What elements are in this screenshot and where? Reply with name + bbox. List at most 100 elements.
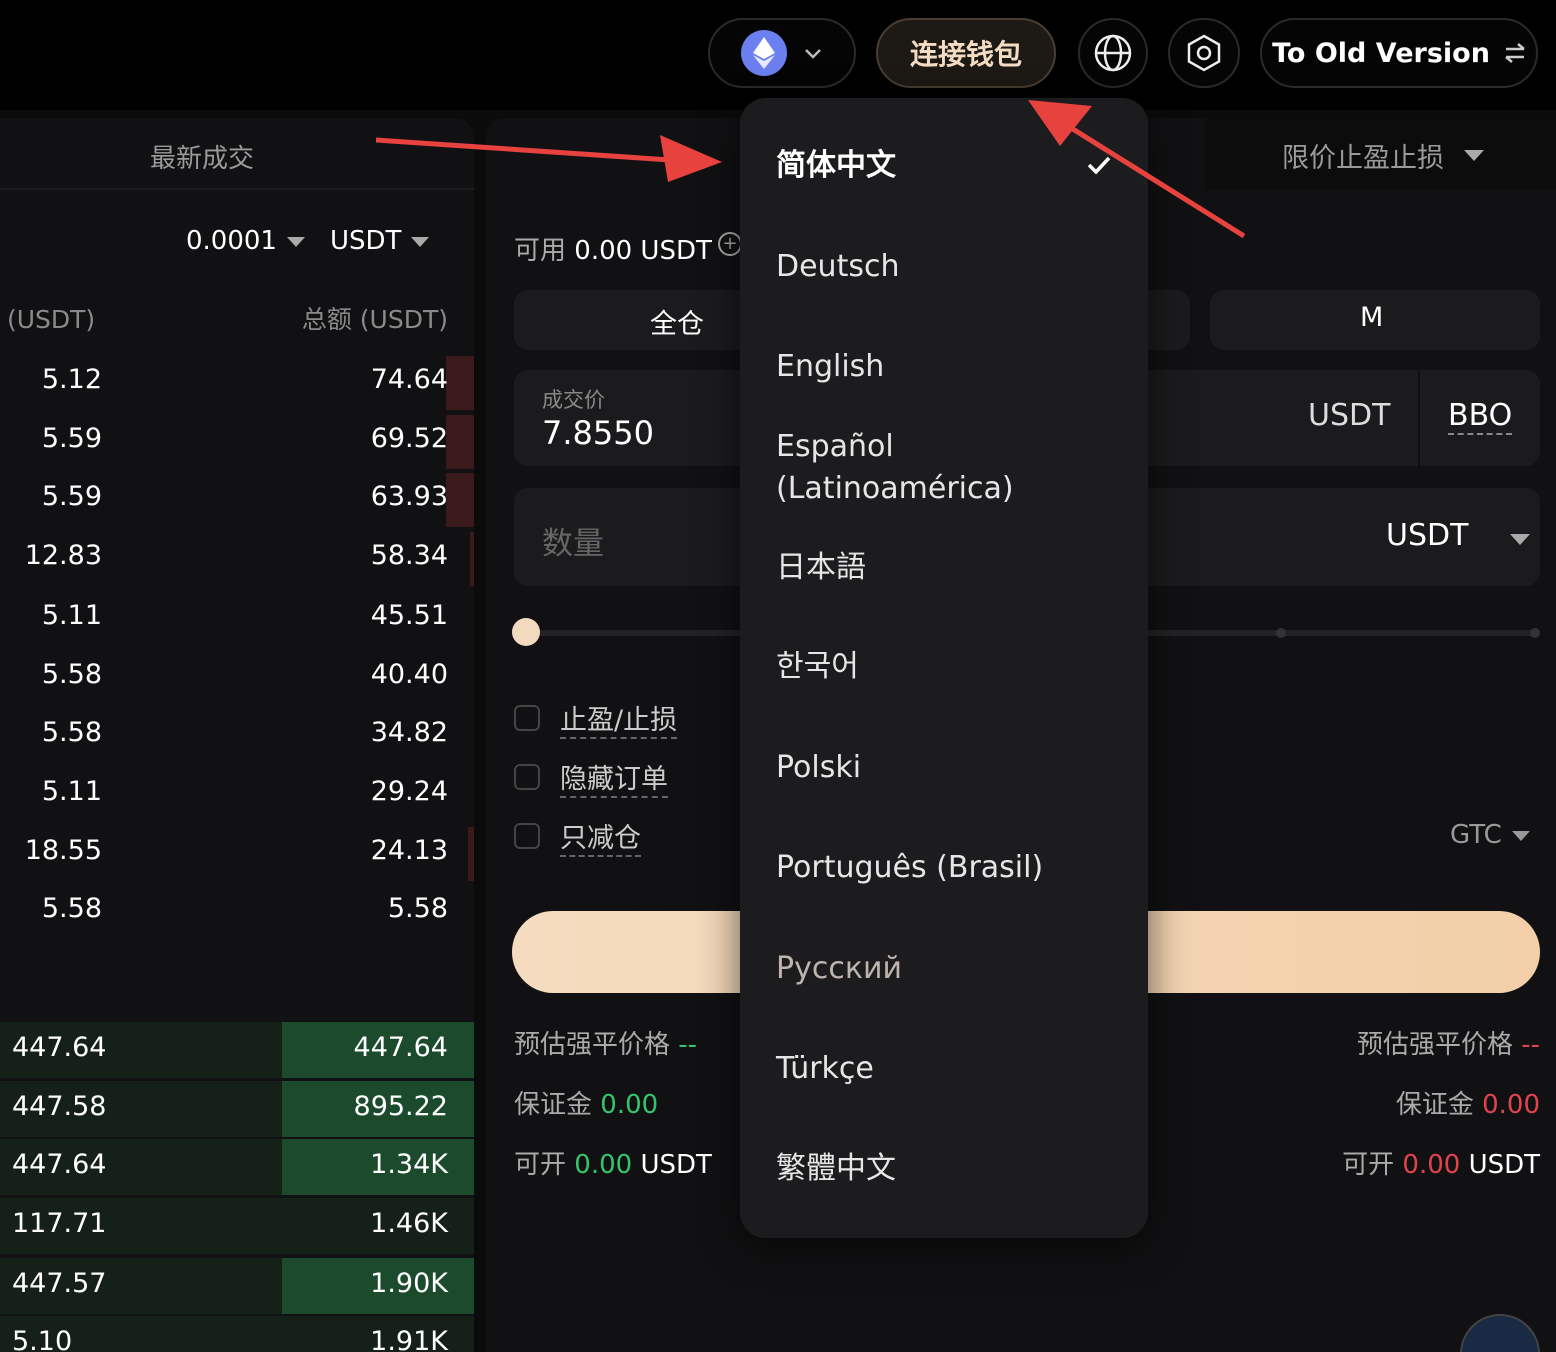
leverage-button[interactable]: M <box>1210 290 1540 350</box>
bbo-button[interactable]: BBO <box>1448 398 1513 435</box>
tab-latest-trades[interactable]: 最新成交 <box>150 138 254 175</box>
language-option-ja[interactable]: 日本語 <box>776 547 866 589</box>
margin-left: 保证金 0.00 <box>514 1084 658 1121</box>
price-value[interactable]: 7.8550 <box>542 414 654 452</box>
bid-total: 447.64 <box>353 1032 448 1063</box>
column-header-size: 量 (USDT) <box>0 305 96 334</box>
liq-price-right: 预估强平价格 -- <box>1357 1024 1540 1061</box>
globe-icon <box>1094 34 1132 72</box>
order-book: 最新成交 0.0001 USDT 量 (USDT) 总额 (USDT) 5.12… <box>0 118 474 1352</box>
bid-row[interactable]: 447.58 895.22 <box>0 1081 474 1137</box>
slider-mark <box>1276 628 1286 638</box>
ask-row[interactable]: 18.55 24.13 <box>0 825 474 883</box>
ask-size: 5.12 <box>41 364 102 395</box>
ask-row[interactable]: 5.59 63.93 <box>0 471 474 529</box>
unit-value: USDT <box>330 226 402 256</box>
margin-right: 保证金 0.00 <box>1396 1084 1540 1121</box>
slider-handle[interactable] <box>512 618 540 646</box>
order-book-tabs: 最新成交 <box>0 118 474 190</box>
bid-row[interactable]: 117.71 1.46K <box>0 1198 474 1254</box>
ask-size: 5.11 <box>41 776 102 807</box>
tp-sl-option[interactable]: 止盈/止损 <box>514 698 678 739</box>
hidden-order-option[interactable]: 隐藏订单 <box>514 757 668 798</box>
language-option-de[interactable]: Deutsch <box>776 246 899 288</box>
chain-selector[interactable] <box>708 18 856 88</box>
ask-row[interactable]: 5.11 45.51 <box>0 590 474 648</box>
tif-value: GTC <box>1450 820 1502 850</box>
bid-row[interactable]: 447.57 1.90K <box>0 1258 474 1314</box>
ask-total: 24.13 <box>370 835 448 866</box>
ask-row[interactable]: 5.58 34.82 <box>0 707 474 765</box>
ask-row[interactable]: 5.58 5.58 <box>0 883 474 941</box>
ask-total: 63.93 <box>370 481 448 512</box>
ask-row[interactable]: 5.12 74.64 <box>0 354 474 412</box>
slider-mark <box>1530 628 1540 638</box>
checkbox[interactable] <box>514 764 540 790</box>
depth-bar <box>470 532 474 586</box>
language-option-ko[interactable]: 한국어 <box>776 646 859 688</box>
depth-bar <box>446 415 474 469</box>
language-button[interactable] <box>1078 18 1148 88</box>
ask-total: 40.40 <box>370 659 448 690</box>
liq-price-label: 预估强平价格 <box>514 1030 671 1060</box>
swap-icon <box>1505 43 1525 63</box>
ask-total: 29.24 <box>370 776 448 807</box>
checkbox[interactable] <box>514 823 540 849</box>
order-type-label: 限价止盈止损 <box>1282 143 1444 174</box>
available-label: 可用 <box>514 236 567 266</box>
openable-label: 可开 <box>514 1150 567 1180</box>
language-option-ru[interactable]: Русский <box>776 948 902 990</box>
language-option-pl[interactable]: Polski <box>776 747 861 789</box>
ask-row[interactable]: 5.59 69.52 <box>0 413 474 471</box>
old-version-button[interactable]: To Old Version <box>1260 18 1538 88</box>
liq-price-left: 预估强平价格 -- <box>514 1024 697 1061</box>
bid-row[interactable]: 447.64 447.64 <box>0 1022 474 1078</box>
old-version-label: To Old Version <box>1272 37 1490 69</box>
ask-row[interactable]: 5.58 40.40 <box>0 649 474 707</box>
depth-bar <box>468 827 474 881</box>
add-funds-icon[interactable]: + <box>718 232 742 256</box>
depth-bar <box>446 356 474 410</box>
openable-unit: USDT <box>640 1150 712 1180</box>
quantity-unit[interactable]: USDT <box>1386 518 1468 553</box>
bid-total: 1.34K <box>370 1149 448 1180</box>
available-value: 0.00 USDT <box>574 236 712 266</box>
language-option-es[interactable]: Español (Latinoamérica) <box>776 426 1106 510</box>
ask-total: 69.52 <box>370 423 448 454</box>
caret-down-icon <box>1511 830 1530 841</box>
column-header-total: 总额 (USDT) <box>301 305 448 334</box>
language-menu: 简体中文 Deutsch English Español (Latinoamér… <box>740 98 1148 1238</box>
time-in-force-select[interactable]: GTC <box>1450 820 1530 850</box>
connect-wallet-button[interactable]: 连接钱包 <box>876 18 1056 88</box>
bid-size: 5.10 <box>12 1326 73 1352</box>
reduce-only-label: 只减仓 <box>560 816 641 857</box>
openable-left: 可开 0.00 USDT <box>514 1144 712 1181</box>
openable-label: 可开 <box>1342 1150 1395 1180</box>
precision-select[interactable]: 0.0001 <box>186 226 305 256</box>
order-type-tab[interactable]: 限价止盈止损 <box>1206 118 1556 190</box>
price-unit: USDT <box>1308 398 1391 433</box>
language-option-zh-tw[interactable]: 繁體中文 <box>776 1148 896 1190</box>
bid-row[interactable]: 447.64 1.34K <box>0 1139 474 1195</box>
divider <box>1418 370 1420 466</box>
ask-size: 12.83 <box>24 540 102 571</box>
language-option-pt-br[interactable]: Português (Brasil) <box>776 847 1043 889</box>
language-option-zh-cn[interactable]: 简体中文 <box>776 145 896 187</box>
caret-down-icon <box>286 236 305 247</box>
bid-total: 1.91K <box>370 1326 448 1352</box>
ask-total: 58.34 <box>370 540 448 571</box>
unit-select[interactable]: USDT <box>330 226 430 256</box>
depth-bar <box>446 473 474 527</box>
ask-total: 74.64 <box>370 364 448 395</box>
ask-row[interactable]: 5.11 29.24 <box>0 766 474 824</box>
language-option-tr[interactable]: Türkçe <box>776 1048 874 1090</box>
settings-icon <box>1187 34 1221 72</box>
bid-row[interactable]: 5.10 1.91K <box>0 1316 474 1352</box>
checkbox[interactable] <box>514 705 540 731</box>
ask-row[interactable]: 12.83 58.34 <box>0 530 474 588</box>
ask-size: 5.58 <box>41 717 102 748</box>
settings-button[interactable] <box>1168 18 1240 88</box>
leverage-label: M <box>1360 302 1384 333</box>
reduce-only-option[interactable]: 只减仓 <box>514 816 641 857</box>
language-option-en[interactable]: English <box>776 346 884 388</box>
